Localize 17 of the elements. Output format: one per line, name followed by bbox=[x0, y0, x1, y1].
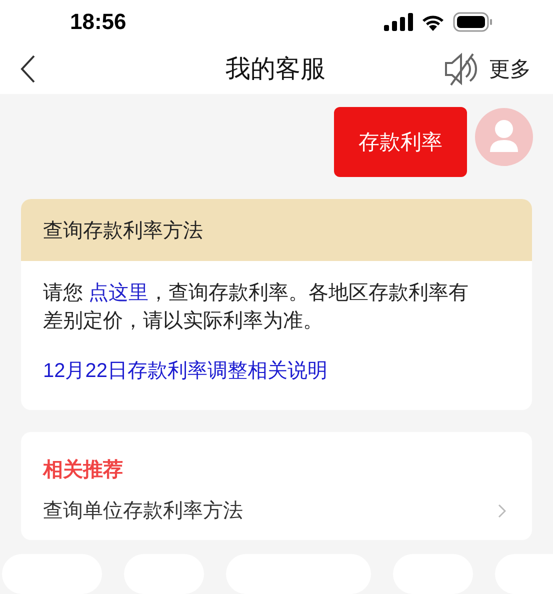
page-title: 我的客服 bbox=[226, 54, 326, 86]
chevron-icon bbox=[498, 504, 506, 518]
status-time: 18:56 bbox=[70, 8, 126, 35]
card-title: 查询存款利率方法 bbox=[43, 218, 203, 244]
answer-text: 请您 点这里，查询存款利率。各地区存款利率有差别定价，请以实际利率为准。 bbox=[43, 281, 470, 334]
section-heading: 相关推荐 bbox=[43, 458, 124, 483]
battery-icon bbox=[453, 12, 493, 32]
back-icon[interactable] bbox=[20, 54, 36, 83]
wifi-icon bbox=[421, 12, 445, 31]
avatar-icon bbox=[475, 108, 533, 166]
signal-icon bbox=[384, 12, 413, 31]
notice-link[interactable]: 12月22日存款利率调整相关说明 bbox=[43, 357, 510, 384]
recommend-item[interactable]: 查询单位存款利率方法 bbox=[43, 497, 510, 524]
more-button[interactable]: 更多 bbox=[489, 54, 531, 83]
message-bubble: 存款利率 bbox=[334, 107, 467, 177]
link[interactable]: 点这里 bbox=[88, 282, 149, 304]
muted-speaker-icon[interactable] bbox=[443, 50, 479, 87]
